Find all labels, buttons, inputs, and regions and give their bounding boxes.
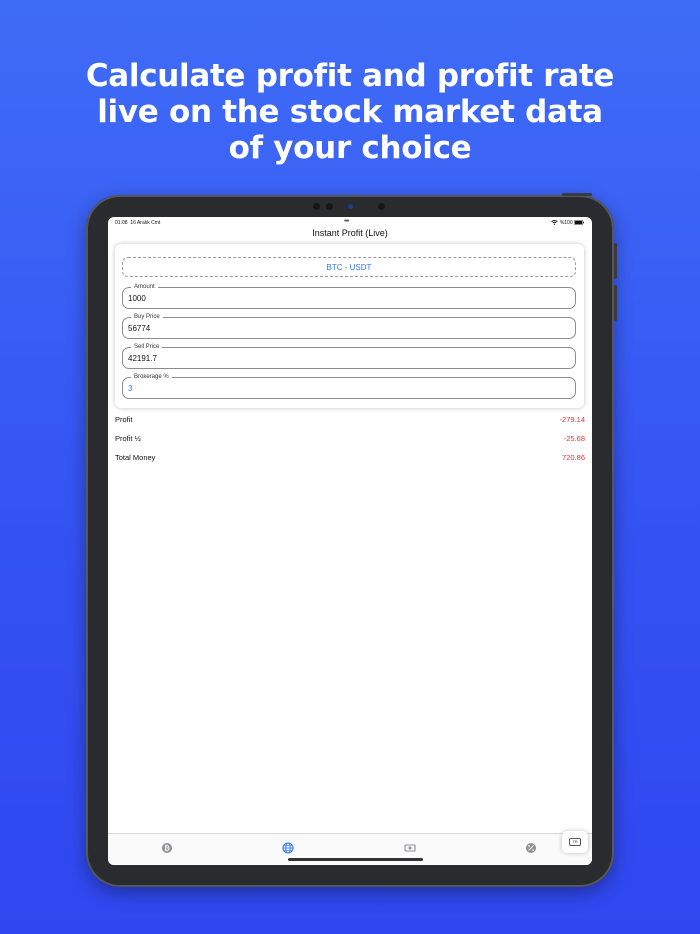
tab-percent[interactable]	[525, 841, 537, 853]
tab-cash[interactable]	[404, 841, 416, 853]
brokerage-value: 3	[128, 384, 133, 393]
headline-line-2: live on the stock market data	[97, 94, 603, 130]
profit-value: -279.14	[559, 415, 585, 424]
sensor-dot	[326, 203, 333, 210]
front-camera	[348, 204, 353, 209]
sell-price-label: Sell Price	[131, 343, 163, 351]
status-right: %100	[551, 220, 584, 226]
wifi-icon	[551, 220, 559, 225]
input-card: BTC - USDT Amount 1000 Buy Price 56774 S…	[115, 244, 584, 408]
amount-field[interactable]: Amount 1000	[122, 283, 576, 309]
multitasking-dots[interactable]: •••	[344, 218, 349, 225]
tab-bar: ₿	[108, 833, 592, 865]
keyboard-icon: TR	[569, 838, 581, 846]
result-row-profit: Profit -279.14	[115, 414, 585, 426]
battery-percent: %100	[559, 220, 573, 226]
pair-select-button[interactable]: BTC - USDT	[122, 257, 576, 277]
profit-rate-value: -25.68	[563, 434, 585, 443]
status-bar: 01:08 16 Aralık Cmt ••• %100	[108, 217, 592, 227]
battery-icon	[574, 220, 584, 225]
brokerage-field[interactable]: Brokerage % 3	[122, 373, 576, 399]
amount-label: Amount	[131, 283, 158, 291]
total-money-value: 720.86	[562, 453, 585, 462]
bitcoin-icon: ₿	[162, 843, 172, 853]
buy-price-field[interactable]: Buy Price 56774	[122, 313, 576, 339]
profit-label: Profit	[115, 415, 133, 424]
result-row-total-money: Total Money 720.86	[115, 452, 585, 464]
status-time: 01:08 16 Aralık Cmt	[115, 220, 161, 226]
headline-line-3: of your choice	[228, 130, 472, 166]
svg-text:₿: ₿	[164, 845, 170, 853]
sell-price-field[interactable]: Sell Price 42191.7	[122, 343, 576, 369]
headline: Calculate profit and profit rate live on…	[0, 58, 700, 166]
power-button	[562, 193, 592, 196]
sensor-dot	[378, 203, 385, 210]
volume-button	[614, 243, 617, 279]
headline-line-1: Calculate profit and profit rate	[85, 58, 615, 94]
profit-rate-label: Profit ½	[115, 434, 141, 443]
buy-price-value: 56774	[128, 324, 151, 333]
buy-price-label: Buy Price	[131, 313, 163, 321]
sensor-dot	[313, 203, 320, 210]
percent-icon	[526, 843, 536, 853]
nav-title: Instant Profit (Live)	[312, 228, 388, 238]
home-indicator[interactable]	[288, 858, 423, 861]
result-row-profit-rate: Profit ½ -25.68	[115, 433, 585, 445]
sell-price-value: 42191.7	[128, 354, 157, 363]
volume-button	[614, 285, 617, 321]
app-screen: 01:08 16 Aralık Cmt ••• %100 Instant Pro…	[108, 217, 592, 865]
amount-value: 1000	[128, 294, 146, 303]
tablet-frame: 01:08 16 Aralık Cmt ••• %100 Instant Pro…	[86, 193, 617, 887]
globe-icon	[282, 842, 294, 854]
total-money-label: Total Money	[115, 453, 156, 462]
brokerage-label: Brokerage %	[131, 373, 172, 381]
status-date: 16 Aralık Cmt	[130, 220, 161, 226]
tab-markets[interactable]	[282, 841, 294, 854]
tab-bitcoin[interactable]: ₿	[161, 841, 173, 853]
cash-icon	[404, 844, 416, 852]
keyboard-language-button[interactable]: TR	[562, 831, 588, 853]
